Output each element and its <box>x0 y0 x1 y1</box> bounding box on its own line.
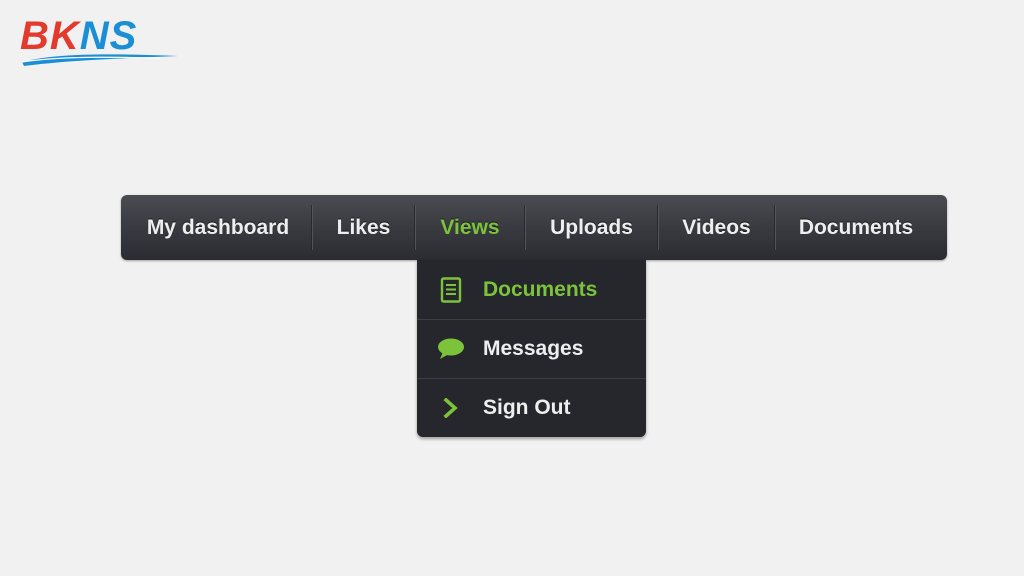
dropdown-item-label: Documents <box>483 277 598 301</box>
main-menu-bar: My dashboard Likes Views Uploads Videos … <box>121 195 947 260</box>
menu-item-videos[interactable]: Videos <box>659 195 774 260</box>
speech-bubble-icon <box>437 335 465 363</box>
menu-item-my-dashboard[interactable]: My dashboard <box>125 195 311 260</box>
dropdown-item-messages[interactable]: Messages <box>417 319 646 378</box>
menu-item-documents[interactable]: Documents <box>776 195 936 260</box>
menu-item-likes[interactable]: Likes <box>313 195 414 260</box>
menu-item-views[interactable]: Views <box>416 195 524 260</box>
menu-item-uploads[interactable]: Uploads <box>526 195 657 260</box>
chevron-right-icon <box>437 394 465 422</box>
dropdown-item-label: Messages <box>483 337 584 360</box>
document-icon <box>437 276 465 304</box>
logo-swoosh-icon <box>21 54 178 66</box>
dropdown-item-documents[interactable]: Documents <box>417 260 646 319</box>
views-dropdown-menu: Documents Messages Sign Out <box>417 260 646 437</box>
page: BKNS My dashboard Likes Views Uploads Vi… <box>0 0 1024 576</box>
dropdown-item-label: Sign Out <box>483 396 571 419</box>
dropdown-item-sign-out[interactable]: Sign Out <box>417 378 646 437</box>
brand-logo[interactable]: BKNS <box>20 14 180 70</box>
